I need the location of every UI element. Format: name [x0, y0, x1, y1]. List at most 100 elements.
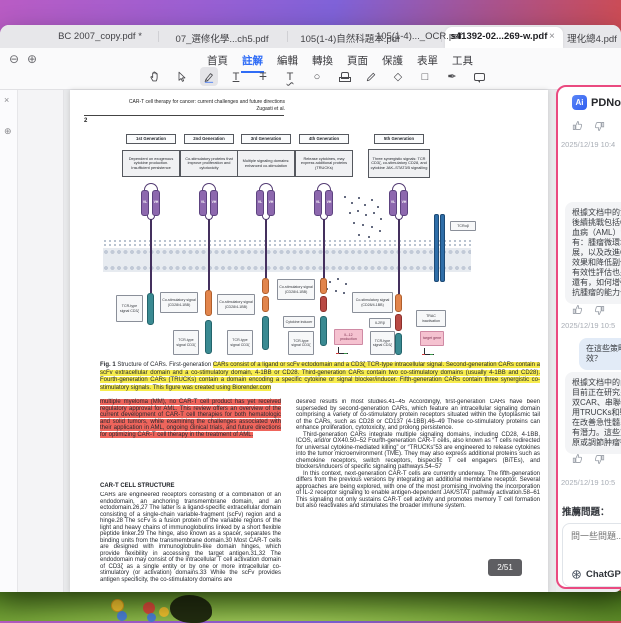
- flower-decoration: [143, 602, 155, 614]
- chat-input[interactable]: [571, 531, 621, 541]
- generation-3-description: Multiple signaling domains: enhanced co-…: [237, 150, 295, 177]
- flower-decoration: [159, 607, 169, 617]
- dark-plant-silhouette: [170, 595, 212, 623]
- thumbs-down-icon[interactable]: [593, 120, 605, 132]
- feedback-row: [572, 453, 605, 465]
- highlight-tool-icon[interactable]: [200, 67, 218, 86]
- thumbs-up-icon[interactable]: [572, 304, 584, 316]
- page-indicator-badge[interactable]: 2/51: [488, 559, 522, 576]
- tcr-beta-chain: [440, 214, 445, 282]
- costim-label: Co-stimulatory signal (CD28/4-1BB): [160, 292, 198, 313]
- vh-label: VH: [154, 200, 159, 204]
- model-label: ChatGPT4: [586, 569, 621, 580]
- tcr-signal-label: TCR-type signal CD3ζ: [370, 331, 395, 355]
- il2rb-label: IL2Rβ: [369, 318, 391, 328]
- generation-4-description: Release cytokines, may express additiona…: [295, 150, 353, 177]
- section-heading: CAR-T CELL STRUCTURE: [100, 483, 175, 489]
- vl-label: VL: [143, 200, 147, 204]
- feedback-row: [572, 120, 605, 132]
- circle-tool-icon[interactable]: ○: [308, 67, 326, 86]
- generation-2-title: 2nd Generation: [184, 134, 234, 144]
- thumbs-up-icon[interactable]: [572, 453, 584, 465]
- tcr-signal-label: TCR-type signal CD3ζ: [116, 295, 143, 322]
- vh-label: VH: [402, 200, 407, 204]
- squiggly-text-tool-icon[interactable]: T: [281, 67, 299, 86]
- cd3z-domain: [395, 333, 402, 355]
- thumbs-down-icon[interactable]: [593, 453, 605, 465]
- strikethrough-text-tool-icon[interactable]: T: [254, 67, 272, 86]
- stamp-tool-icon[interactable]: [335, 67, 353, 86]
- generation-4-title: 4th Generation: [299, 134, 349, 144]
- assistant-message-bubble: 根據文档中的內容，為克服這些挑戰， 目前正在研究多種新型CAR設計，包括 双CA…: [565, 372, 621, 454]
- costim-domain: [395, 294, 402, 312]
- diamond-tool-icon[interactable]: ◇: [389, 67, 407, 86]
- tcrab-label: TCRαβ: [450, 221, 476, 231]
- vh-label: VH: [269, 200, 274, 204]
- cd3z-domain: [262, 316, 269, 350]
- tab-close-icon[interactable]: ×: [549, 31, 555, 42]
- left-rail: [0, 90, 18, 592]
- comment-tool-icon[interactable]: [470, 67, 488, 86]
- collapsed-sidebar-panel[interactable]: [18, 90, 64, 592]
- ai-logo-icon: Ai: [572, 95, 587, 110]
- costim-label: Co-stimulatory signal (CD28/4-1BB): [352, 292, 393, 313]
- running-header: CAR-T cell therapy for cancer: current c…: [105, 99, 285, 112]
- tcr-signal-label: TCR-type signal CD3ζ: [173, 330, 199, 355]
- figure-membrane: [103, 248, 471, 272]
- figure-glycocalyx: [103, 239, 471, 248]
- generation-5-title: 5th Generation: [374, 134, 424, 144]
- gene-arrow-icon: [424, 348, 434, 355]
- add-icon[interactable]: ⊕: [4, 126, 12, 137]
- generation-5-description: Three synergistic signals: TCR CD3ζ, co-…: [368, 149, 430, 178]
- tab-separator: [158, 31, 159, 42]
- message-timestamp: 2025/12/19 10:4: [561, 140, 615, 149]
- vl-label: VL: [258, 200, 262, 204]
- select-tool-icon[interactable]: [173, 67, 191, 86]
- tab-s41392-active[interactable]: s41392-02...269-w.pdf: [451, 31, 548, 42]
- il12-production-label: IL-12 production: [334, 329, 363, 345]
- vl-label: VL: [201, 200, 205, 204]
- cytokine-inducer-domain: [320, 296, 327, 312]
- zoom-out-icon[interactable]: ⊖: [9, 52, 19, 66]
- page-number: 2: [84, 118, 87, 124]
- annotation-toolbar: T T T ○ ◇ □ ✒: [146, 67, 488, 86]
- gene-arrow-icon: [338, 347, 348, 354]
- message-timestamp: 2025/12/19 10:5: [561, 478, 615, 487]
- cytokine-inducer-label: Cytokine inducer: [283, 316, 315, 328]
- costim-label: Co-stimulatory signal (CD28/4-1BB): [217, 294, 255, 315]
- generation-1-title: 1st Generation: [126, 134, 176, 144]
- costim-label: Co-stimulatory signal (CD28/4-1BB): [277, 279, 315, 300]
- costim-domain: [320, 278, 327, 294]
- car-stem: [398, 219, 400, 294]
- hand-tool-icon[interactable]: [146, 67, 164, 86]
- vh-label: VH: [327, 200, 332, 204]
- thumbs-up-icon[interactable]: [572, 120, 584, 132]
- tcr-signal-label: TCR-type signal CD3ζ: [288, 331, 314, 355]
- caption-figure-number: Fig. 1: [100, 362, 116, 368]
- tab-ocr-105[interactable]: 105(1-4)..._OCR.pdf: [376, 31, 462, 42]
- generation-1-description: Dependent on exogenous cytokine producti…: [122, 150, 180, 177]
- tcr-signal-label: TCR-type signal CD3ζ: [227, 330, 253, 355]
- underline-text-tool-icon[interactable]: T: [227, 67, 245, 86]
- il2rb-domain: [395, 314, 402, 331]
- vl-label: VL: [391, 200, 395, 204]
- generation-3-title: 3rd Generation: [241, 134, 291, 144]
- left-column-highlighted-paragraph: multiple myeloma (MM), no CAR-T cell pro…: [100, 399, 281, 438]
- tab-chem-ch5[interactable]: 07_選修化學...ch5.pdf: [176, 31, 269, 45]
- user-message-bubble: 在這些策略中，哪種對AML最有 效？: [579, 338, 621, 370]
- vh-label: VH: [212, 200, 217, 204]
- costim-domain: [262, 296, 269, 312]
- cd3z-domain: [320, 316, 327, 346]
- rectangle-tool-icon[interactable]: □: [416, 67, 434, 86]
- thumbs-down-icon[interactable]: [593, 304, 605, 316]
- pencil-tool-icon[interactable]: [362, 67, 380, 86]
- signature-tool-icon[interactable]: ✒: [443, 67, 461, 86]
- figure-caption: Fig. 1 Structure of CARs. First-generati…: [100, 362, 540, 392]
- close-panel-icon[interactable]: ×: [4, 95, 9, 105]
- cd3z-domain: [205, 320, 212, 354]
- model-selector[interactable]: ChatGPT4: [571, 569, 621, 580]
- tab-bc2007[interactable]: BC 2007_copy.pdf *: [58, 31, 142, 42]
- zoom-in-icon[interactable]: ⊕: [27, 52, 37, 66]
- header-rule: [84, 115, 284, 116]
- tab-lihua4[interactable]: 理化總4.pdf: [567, 31, 617, 45]
